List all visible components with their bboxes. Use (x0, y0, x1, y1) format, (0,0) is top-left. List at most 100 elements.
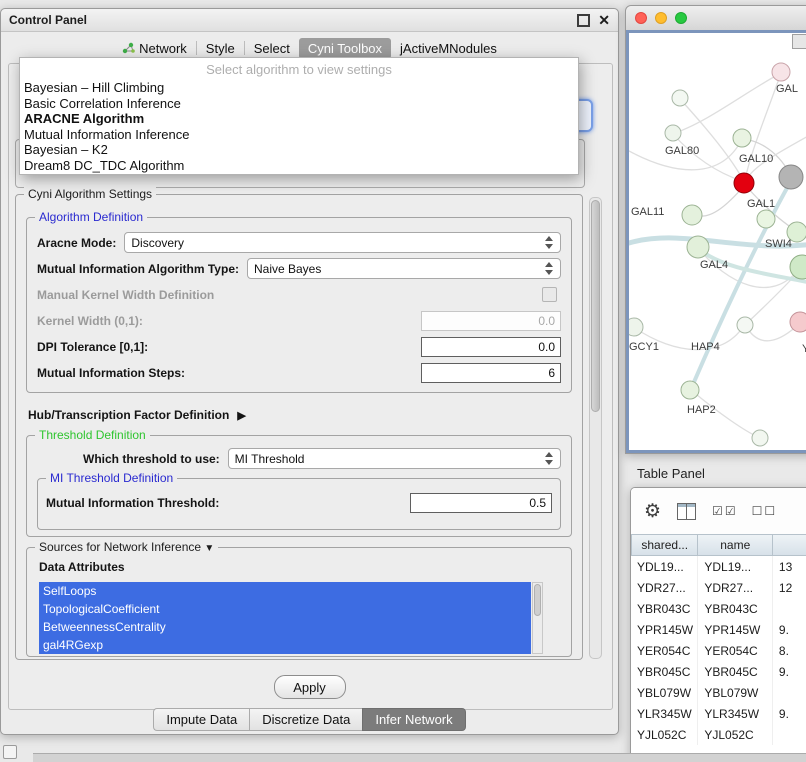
cell[interactable]: YBR045C (631, 661, 698, 682)
column-manager-icon[interactable] (677, 503, 696, 520)
tab-style[interactable]: Style (197, 38, 244, 59)
aracne-mode-combobox[interactable]: Discovery (124, 232, 561, 253)
cell[interactable]: YLR345W (698, 703, 773, 724)
kernel-width-field[interactable] (421, 311, 561, 331)
cell[interactable]: YPR145W (698, 619, 773, 640)
cell[interactable]: YDR27... (631, 577, 698, 598)
network-node[interactable] (733, 129, 751, 147)
minimize-traffic-light-icon[interactable] (655, 12, 667, 24)
threshold-type-combobox[interactable]: MI Threshold (228, 448, 561, 469)
table-row[interactable]: YER054C YER054C 8. (631, 640, 806, 661)
mutual-information-threshold-field[interactable] (410, 493, 552, 513)
network-node[interactable] (752, 430, 768, 446)
cell[interactable]: YJL052C (698, 724, 773, 745)
network-node[interactable] (757, 210, 775, 228)
dropdown-item-dream8[interactable]: Dream8 DC_TDC Algorithm (20, 158, 578, 174)
network-canvas[interactable]: GAL GAL80 GAL10 GAL11 GAL1 SWI4 GAL4 GCY… (629, 33, 806, 453)
network-node[interactable] (737, 317, 753, 333)
network-node[interactable] (672, 90, 688, 106)
network-node[interactable] (682, 205, 702, 225)
close-window-icon[interactable]: ✕ (598, 13, 610, 27)
cell[interactable] (773, 682, 806, 703)
dropdown-item-bayesian-hill-climbing[interactable]: Bayesian – Hill Climbing (20, 80, 578, 96)
table-row[interactable]: YBR043C YBR043C (631, 598, 806, 619)
attribute-item-gal4rgexp[interactable]: gal4RGexp (39, 636, 531, 654)
cell[interactable]: YJL052C (631, 724, 698, 745)
cell[interactable]: YBR045C (698, 661, 773, 682)
select-all-icon[interactable]: ☑☑ (712, 504, 736, 518)
bottom-tab-discretize-data[interactable]: Discretize Data (249, 708, 362, 731)
attribute-item-selfloops[interactable]: SelfLoops (39, 582, 531, 600)
table-row[interactable]: YDR27... YDR27... 12 (631, 577, 806, 598)
column-header-name[interactable]: name (698, 534, 773, 556)
cell[interactable] (773, 724, 806, 745)
hub-transcription-factor-toggle[interactable]: Hub/Transcription Factor Definition ▶ (28, 405, 572, 425)
scrollbar-thumb[interactable] (591, 200, 600, 412)
cell[interactable]: YDR27... (698, 577, 773, 598)
dropdown-item-mutual-information[interactable]: Mutual Information Inference (20, 127, 578, 143)
column-header-shared-name[interactable]: shared... (631, 534, 698, 556)
attribute-item-betweennesscentrality[interactable]: BetweennessCentrality (39, 618, 531, 636)
tab-network[interactable]: Network (113, 38, 196, 59)
table-row[interactable]: YBL079W YBL079W (631, 682, 806, 703)
cell[interactable]: YPR145W (631, 619, 698, 640)
manual-kernel-width-checkbox[interactable] (542, 287, 557, 302)
dropdown-item-basic-correlation[interactable]: Basic Correlation Inference (20, 96, 578, 112)
network-node[interactable] (790, 312, 806, 332)
tab-jactivemnodules[interactable]: jActiveMNodules (391, 38, 506, 59)
settings-scrollbar[interactable] (589, 197, 602, 659)
cell[interactable]: 13 (773, 556, 806, 577)
aracne-mode-row: Aracne Mode: Discovery (37, 232, 561, 253)
sources-section-toggle[interactable]: Sources for Network Inference ▼ (35, 540, 218, 556)
network-node[interactable] (779, 165, 803, 189)
network-node[interactable] (687, 236, 709, 258)
bottom-tab-infer-network[interactable]: Infer Network (362, 708, 465, 731)
cell[interactable]: 9. (773, 703, 806, 724)
collapsed-panel-icon[interactable] (3, 745, 17, 759)
table-row[interactable]: YPR145W YPR145W 9. (631, 619, 806, 640)
cell[interactable]: YLR345W (631, 703, 698, 724)
network-node[interactable] (772, 63, 790, 81)
mi-algorithm-type-combobox[interactable]: Naive Bayes (247, 258, 561, 279)
table-row[interactable]: YLR345W YLR345W 9. (631, 703, 806, 724)
mi-steps-row: Mutual Information Steps: (37, 362, 561, 383)
network-node-highlighted[interactable] (734, 173, 754, 193)
scrollbar-thumb[interactable] (534, 584, 541, 616)
cell[interactable]: YBL079W (698, 682, 773, 703)
table-row[interactable]: YBR045C YBR045C 9. (631, 661, 806, 682)
gear-icon[interactable]: ⚙ (644, 502, 661, 521)
cell[interactable]: 8. (773, 640, 806, 661)
zoom-traffic-light-icon[interactable] (675, 12, 687, 24)
cell[interactable]: YBR043C (631, 598, 698, 619)
bottom-tab-impute-data[interactable]: Impute Data (153, 708, 249, 731)
network-node[interactable] (665, 125, 681, 141)
mi-steps-field[interactable] (421, 363, 561, 383)
cell[interactable]: 9. (773, 661, 806, 682)
close-traffic-light-icon[interactable] (635, 12, 647, 24)
table-row[interactable]: YJL052C YJL052C (631, 724, 806, 745)
network-node[interactable] (629, 318, 643, 336)
list-scrollbar[interactable] (532, 582, 543, 654)
network-tab-icon (122, 42, 135, 54)
network-node[interactable] (681, 381, 699, 399)
cell[interactable]: 12 (773, 577, 806, 598)
cell[interactable]: YER054C (698, 640, 773, 661)
float-window-icon[interactable] (577, 14, 590, 27)
cell[interactable]: 9. (773, 619, 806, 640)
cell[interactable] (773, 598, 806, 619)
dropdown-item-bayesian-k2[interactable]: Bayesian – K2 (20, 142, 578, 158)
tab-select[interactable]: Select (245, 38, 299, 59)
dpi-tolerance-field[interactable] (421, 337, 561, 357)
column-header-extra[interactable] (773, 534, 806, 556)
cell[interactable]: YDL19... (631, 556, 698, 577)
table-row[interactable]: YDL19... YDL19... 13 (631, 556, 806, 577)
attribute-item-topologicalcoefficient[interactable]: TopologicalCoefficient (39, 600, 531, 618)
cell[interactable]: YBR043C (698, 598, 773, 619)
cell[interactable]: YBL079W (631, 682, 698, 703)
apply-button[interactable]: Apply (274, 675, 346, 699)
cell[interactable]: YDL19... (698, 556, 773, 577)
deselect-all-icon[interactable]: ☐☐ (752, 504, 776, 518)
dropdown-item-aracne[interactable]: ARACNE Algorithm (20, 111, 578, 127)
tab-cyni-toolbox[interactable]: Cyni Toolbox (299, 38, 391, 59)
cell[interactable]: YER054C (631, 640, 698, 661)
